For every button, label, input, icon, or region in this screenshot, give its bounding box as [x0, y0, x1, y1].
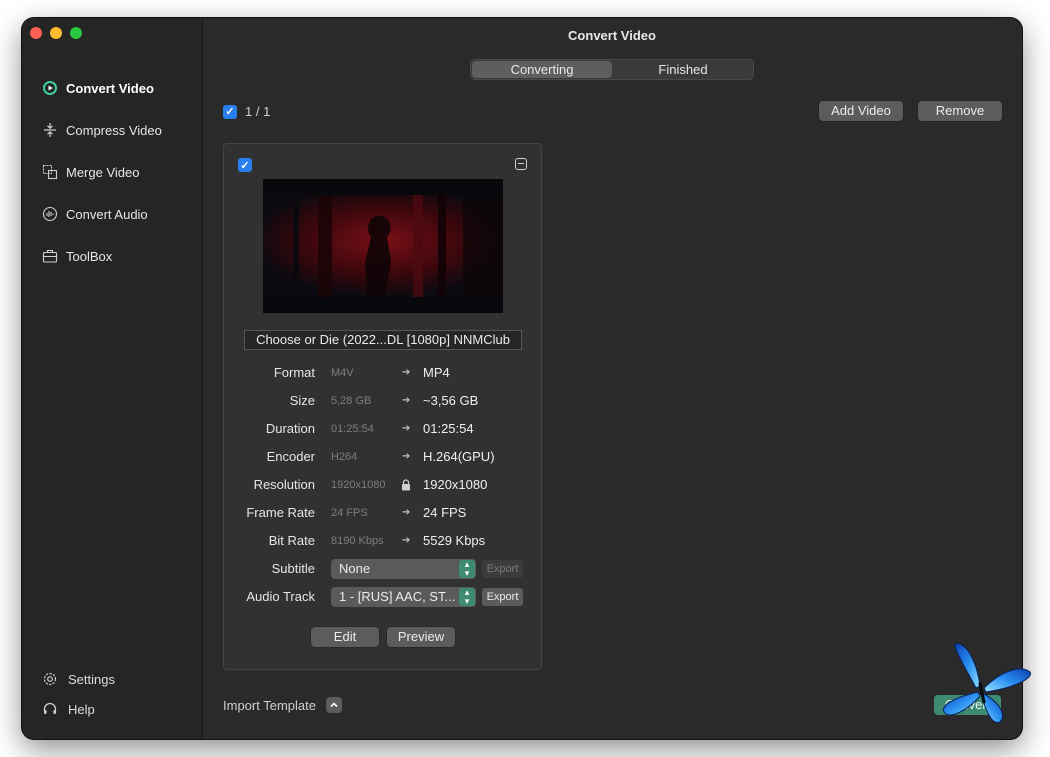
prop-bit-rate: Bit Rate 8190 Kbps ➔ 5529 Kbps [224, 531, 543, 551]
prop-label: Size [289, 393, 315, 408]
window-title: Convert Video [568, 28, 656, 43]
subtitle-value: None [339, 561, 371, 576]
compress-icon [42, 122, 58, 138]
prop-duration: Duration 01:25:54 ➔ 01:25:54 [224, 419, 543, 439]
settings-link[interactable]: Settings [42, 671, 115, 687]
prop-source: 5,28 GB [331, 395, 372, 407]
prop-label: Duration [265, 421, 315, 436]
import-template-label: Import Template [223, 697, 316, 713]
selection-count: 1 / 1 [245, 104, 271, 119]
edit-button[interactable]: Edit [311, 627, 379, 647]
lock-icon[interactable] [401, 479, 411, 491]
prop-target[interactable]: ~3,56 GB [423, 391, 478, 411]
tab-finished[interactable]: Finished [613, 60, 753, 79]
gear-icon [42, 671, 58, 687]
help-link[interactable]: Help [42, 701, 95, 717]
arrow-right-icon: ➔ [402, 367, 411, 378]
arrow-right-icon: ➔ [402, 507, 411, 518]
sidebar-item-label: Convert Audio [66, 206, 148, 222]
prop-label: Encoder [266, 449, 315, 464]
prop-label: Format [273, 365, 315, 380]
zoom-window-button[interactable] [70, 27, 82, 39]
sidebar-item-compress-video[interactable]: Compress Video [42, 120, 162, 140]
import-template-button[interactable] [325, 697, 342, 713]
select-all-checkbox[interactable]: ✓ [223, 104, 237, 119]
prop-label: Bit Rate [268, 533, 315, 548]
help-label: Help [68, 701, 95, 717]
remove-button[interactable]: Remove [918, 101, 1002, 121]
status-tabs: Converting Finished [470, 59, 754, 80]
chevron-up-icon [330, 702, 338, 708]
video-thumbnail[interactable] [263, 179, 503, 313]
prop-size: Size 5,28 GB ➔ ~3,56 GB [224, 391, 543, 411]
prop-source: 1920x1080 [331, 479, 386, 491]
prop-label: Subtitle [271, 561, 315, 576]
prop-resolution: Resolution 1920x1080 1920x1080 [224, 475, 543, 495]
prop-source: 8190 Kbps [331, 535, 384, 547]
prop-target[interactable]: 5529 Kbps [423, 531, 485, 551]
subtitle-select[interactable]: None ▴ ▾ [331, 559, 476, 579]
prop-format: Format M4V ➔ MP4 [224, 363, 543, 383]
subtitle-row: Subtitle None ▴ ▾ Export [224, 559, 543, 579]
filename-field[interactable]: Choose or Die (2022...DL [1080p] NNMClub [244, 330, 522, 350]
arrow-right-icon: ➔ [402, 395, 411, 406]
chevron-updown-icon: ▴ ▾ [459, 588, 475, 606]
prop-target[interactable]: MP4 [423, 363, 450, 383]
app-window: Convert Video Compress Video Merge Video… [22, 18, 1022, 739]
video-select-checkbox[interactable]: ✓ [238, 158, 252, 172]
prop-frame-rate: Frame Rate 24 FPS ➔ 24 FPS [224, 503, 543, 523]
sidebar-item-label: Convert Video [66, 80, 154, 96]
audio-wave-icon [42, 206, 58, 222]
add-video-button[interactable]: Add Video [819, 101, 903, 121]
audio-track-value: 1 - [RUS] AAC, ST... [339, 589, 456, 604]
toolbox-icon [42, 248, 58, 264]
sidebar-item-merge-video[interactable]: Merge Video [42, 162, 139, 182]
headset-icon [42, 701, 58, 717]
audio-track-select[interactable]: 1 - [RUS] AAC, ST... ▴ ▾ [331, 587, 476, 607]
arrow-right-icon: ➔ [402, 423, 411, 434]
prop-target[interactable]: 1920x1080 [423, 475, 487, 495]
prop-label: Audio Track [246, 589, 315, 604]
chevron-updown-icon: ▴ ▾ [459, 560, 475, 578]
import-template: Import Template [223, 697, 342, 713]
butterfly-icon [943, 642, 1031, 724]
preview-button[interactable]: Preview [387, 627, 455, 647]
close-window-button[interactable] [30, 27, 42, 39]
prop-target[interactable]: H.264(GPU) [423, 447, 495, 467]
arrow-right-icon: ➔ [402, 451, 411, 462]
prop-label: Frame Rate [246, 505, 315, 520]
select-all-row: ✓ 1 / 1 [223, 104, 270, 119]
prop-source: M4V [331, 367, 354, 379]
prop-source: 01:25:54 [331, 423, 374, 435]
sidebar: Convert Video Compress Video Merge Video… [22, 18, 203, 739]
audio-track-row: Audio Track 1 - [RUS] AAC, ST... ▴ ▾ Expo… [224, 587, 543, 607]
prop-label: Resolution [253, 477, 315, 492]
sidebar-item-label: Merge Video [66, 164, 140, 180]
prop-target[interactable]: 01:25:54 [423, 419, 474, 439]
merge-icon [42, 164, 58, 180]
sidebar-item-convert-video[interactable]: Convert Video [42, 78, 154, 98]
sidebar-item-label: Compress Video [66, 122, 162, 138]
prop-source: H264 [331, 451, 358, 463]
minimize-window-button[interactable] [50, 27, 62, 39]
settings-label: Settings [68, 671, 115, 687]
audio-export-button[interactable]: Export [482, 588, 523, 606]
sidebar-item-convert-audio[interactable]: Convert Audio [42, 204, 148, 224]
subtitle-export-button[interactable]: Export [482, 560, 523, 578]
video-card: ✓ Choose or Die (2022...DL [1080p] NNMCl… [223, 143, 542, 670]
arrow-right-icon: ➔ [402, 535, 411, 546]
sidebar-item-label: ToolBox [66, 248, 113, 264]
collapse-icon[interactable] [515, 158, 527, 170]
sidebar-item-toolbox[interactable]: ToolBox [42, 246, 112, 266]
prop-encoder: Encoder H264 ➔ H.264(GPU) [224, 447, 543, 467]
window-controls [30, 27, 82, 39]
prop-source: 24 FPS [331, 507, 368, 519]
convert-video-icon [42, 80, 58, 96]
tab-converting[interactable]: Converting [472, 61, 612, 78]
prop-target[interactable]: 24 FPS [423, 503, 466, 523]
